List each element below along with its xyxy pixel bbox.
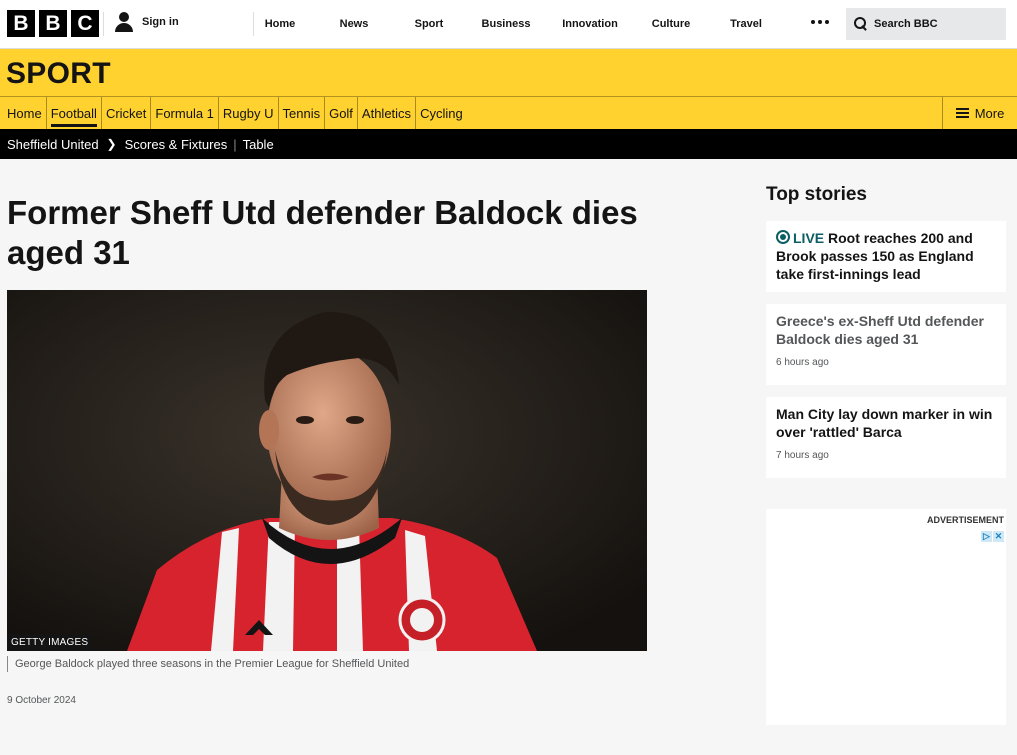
hamburger-icon [955,108,969,118]
account-icon [114,12,134,32]
sport-nav-formula-1[interactable]: Formula 1 [151,97,219,129]
nav-home[interactable]: Home [255,18,305,30]
sport-nav-cricket[interactable]: Cricket [102,97,152,129]
bbc-logo[interactable]: B B C [7,10,99,37]
logo-letter-c: C [71,10,99,37]
sport-nav-rugby-union[interactable]: Rugby U [219,97,279,129]
sport-nav-cycling[interactable]: Cycling [416,97,467,129]
sport-nav-athletics[interactable]: Athletics [358,97,417,129]
sport-nav-golf[interactable]: Golf [325,97,358,129]
search-icon [854,17,868,31]
separator: | [233,136,237,152]
divider [253,12,254,36]
sport-nav-more-button[interactable]: More [942,97,1017,129]
more-menu-icon[interactable] [811,20,829,24]
bbc-masthead: B B C Sign in Home News Sport Business I… [0,0,1017,49]
advertisement-label: ADVERTISEMENT [926,515,1004,525]
article-hero-image: GETTY IMAGES [7,290,647,651]
player-photo [7,290,647,651]
sign-in-button[interactable]: Sign in [114,12,179,32]
nav-business[interactable]: Business [455,18,557,30]
logo-letter-b2: B [39,10,67,37]
top-stories-title: Top stories [766,184,867,205]
article-headline: Former Sheff Utd defender Baldock dies a… [7,194,638,271]
nav-culture[interactable]: Culture [623,18,719,30]
table-link[interactable]: Table [243,137,274,152]
sport-banner: SPORT [0,49,1017,97]
story-timestamp: 7 hours ago [776,450,829,461]
main-nav: Home News Sport Business Innovation Cult… [255,0,773,48]
sport-nav: Home Football Cricket Formula 1 Rugby U … [0,97,1017,129]
top-story-text: Greece's ex-Sheff Utd defender Baldock d… [776,313,984,347]
top-story-text: Man City lay down marker in win over 'ra… [776,406,993,440]
sport-nav-football[interactable]: Football [47,97,102,129]
nav-news[interactable]: News [305,18,403,30]
nav-travel[interactable]: Travel [719,18,773,30]
top-story-card[interactable]: Man City lay down marker in win over 'ra… [766,397,1006,478]
nav-innovation[interactable]: Innovation [557,18,623,30]
sport-nav-home[interactable]: Home [3,97,47,129]
sport-title[interactable]: SPORT [6,57,111,91]
adchoices-icon[interactable]: ▷ ✕ [981,531,1004,542]
scores-fixtures-link[interactable]: Scores & Fixtures [125,137,228,152]
search-button[interactable]: Search BBC [846,8,1006,40]
nav-sport[interactable]: Sport [403,18,455,30]
story-timestamp: 6 hours ago [776,357,829,368]
sport-nav-tennis[interactable]: Tennis [279,97,326,129]
more-label: More [974,105,1005,121]
image-credit: GETTY IMAGES [7,634,93,651]
divider [103,12,104,36]
sign-in-label: Sign in [142,16,179,28]
chevron-right-icon: ❯ [106,137,117,151]
logo-letter-b1: B [7,10,35,37]
image-caption: George Baldock played three seasons in t… [7,656,409,672]
live-label: LIVE [793,230,825,246]
team-link[interactable]: Sheffield United [7,137,99,152]
article-date: 9 October 2024 [7,695,76,706]
top-story-card[interactable]: Greece's ex-Sheff Utd defender Baldock d… [766,304,1006,385]
search-placeholder: Search BBC [874,18,938,30]
advertisement-slot[interactable]: ADVERTISEMENT ▷ ✕ [766,509,1006,725]
live-icon [776,230,790,244]
team-subnav: Sheffield United ❯ Scores & Fixtures | T… [0,129,1017,159]
top-story-card[interactable]: LIVE Root reaches 200 and Brook passes 1… [766,221,1006,292]
